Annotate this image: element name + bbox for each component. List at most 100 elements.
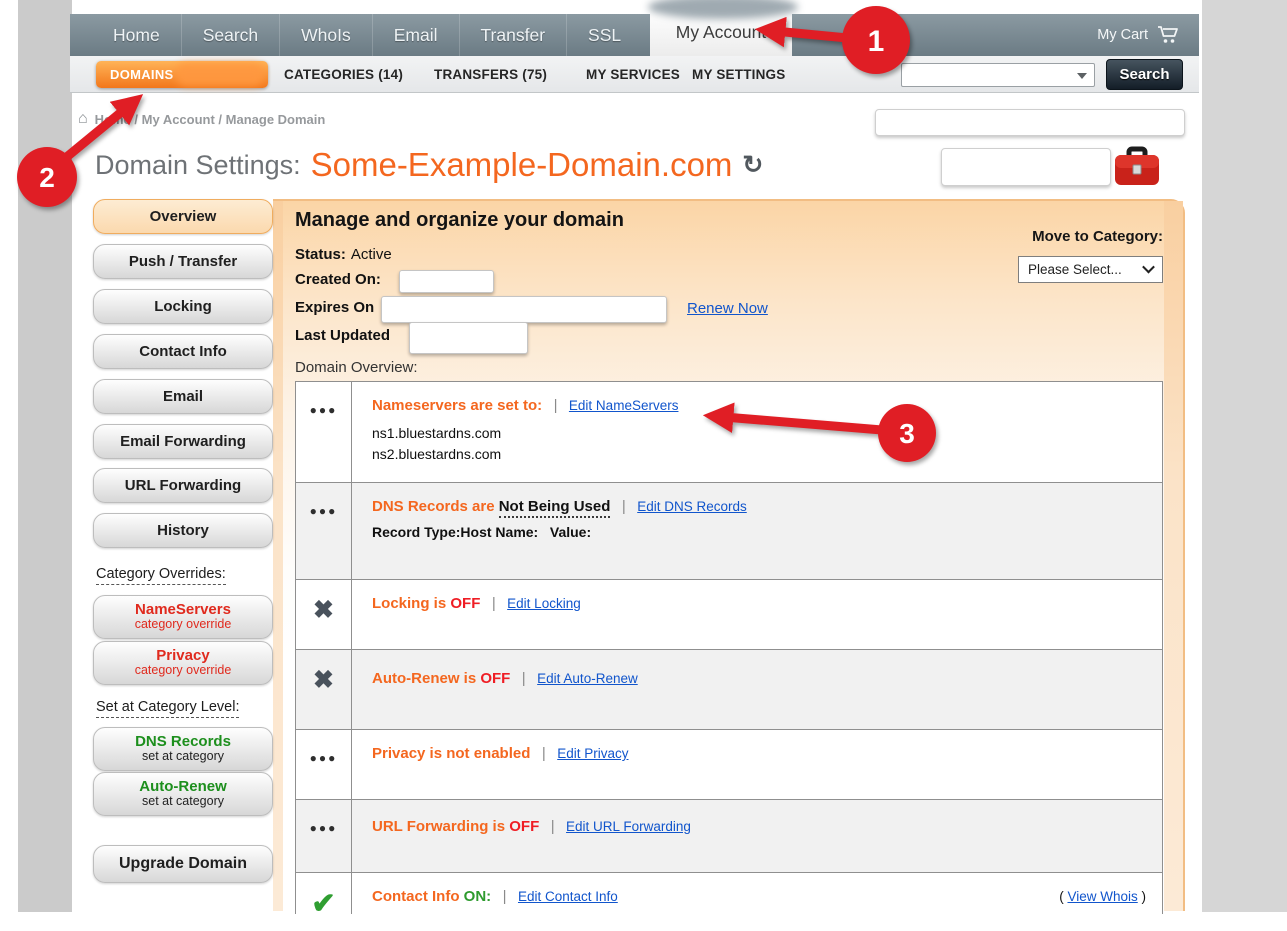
my-cart-button[interactable]: My Cart <box>1097 14 1181 56</box>
sidebar-item-upgrade-domain[interactable]: Upgrade Domain <box>93 845 273 883</box>
sidebar-item-push-transfer[interactable]: Push / Transfer <box>93 244 273 279</box>
status-label: Status: <box>295 246 346 263</box>
row-body: Auto-Renew is OFF | Edit Auto-Renew <box>352 650 1162 729</box>
sidebar-item-overview[interactable]: Overview <box>93 199 273 234</box>
ellipsis-icon: ●●● <box>310 403 338 482</box>
home-icon: ⌂ <box>78 110 88 128</box>
expires-date-redacted <box>381 296 667 323</box>
refresh-icon[interactable]: ↻ <box>742 150 763 180</box>
separator: | <box>492 595 496 612</box>
tab-ssl[interactable]: SSL <box>566 14 642 56</box>
select-value: Please Select... <box>1028 262 1122 277</box>
edit-nameservers-link[interactable]: Edit NameServers <box>569 398 679 413</box>
nameserver-2: ns2.bluestardns.com <box>372 444 1144 465</box>
edit-url-forwarding-link[interactable]: Edit URL Forwarding <box>566 819 691 834</box>
search-combobox[interactable] <box>901 63 1095 87</box>
page: Home Search WhoIs Email Transfer SSL My … <box>0 0 1287 931</box>
separator: | <box>522 670 526 687</box>
toolbox-icon[interactable] <box>1112 142 1162 188</box>
section-heading: Manage and organize your domain <box>295 209 624 232</box>
row-status: OFF <box>480 670 510 687</box>
sidebar-item-email[interactable]: Email <box>93 379 273 414</box>
expires-line: Expires On <box>295 299 374 316</box>
sidebar-item-url-forwarding[interactable]: URL Forwarding <box>93 468 273 503</box>
subnav-categories[interactable]: CATEGORIES (14) <box>284 67 403 82</box>
sidebar-item-locking[interactable]: Locking <box>93 289 273 324</box>
separator: | <box>554 397 558 414</box>
sidebar-item-dns-records-category[interactable]: DNS Records set at category <box>93 727 273 771</box>
tab-whois[interactable]: WhoIs <box>279 14 372 56</box>
subnav-search-button[interactable]: Search <box>1106 59 1183 90</box>
row-status: OFF <box>509 818 539 835</box>
x-icon: ✖ <box>313 665 334 729</box>
subnav-my-services[interactable]: MY SERVICES <box>586 67 680 82</box>
sidebar-item-history[interactable]: History <box>93 513 273 548</box>
table-row-dns-records: ●●● DNS Records are Not Being Used | Edi… <box>296 483 1162 580</box>
table-row-auto-renew: ✖ Auto-Renew is OFF | Edit Auto-Renew <box>296 650 1162 730</box>
breadcrumb[interactable]: ⌂ Home / My Account / Manage Domain <box>78 110 325 128</box>
edit-dns-records-link[interactable]: Edit DNS Records <box>637 499 747 514</box>
edit-auto-renew-link[interactable]: Edit Auto-Renew <box>537 671 638 686</box>
updated-line: Last Updated <box>295 327 390 344</box>
page-title: Domain Settings: Some-Example-Domain.com… <box>95 146 763 184</box>
move-to-category-select[interactable]: Please Select... <box>1018 256 1163 283</box>
category-overrides-label: Category Overrides: <box>96 566 226 582</box>
domain-overview-table: ●●● Nameservers are set to: | Edit NameS… <box>295 381 1163 931</box>
sidebar-item-privacy-override[interactable]: Privacy category override <box>93 641 273 685</box>
chevron-down-icon <box>1142 260 1155 273</box>
renew-now-link[interactable]: Renew Now <box>687 300 768 317</box>
left-gutter <box>18 0 72 912</box>
dns-record-headers: Record Type:Host Name: Value: <box>372 522 1144 543</box>
row-icon-cell: ✖ <box>296 650 352 729</box>
edit-contact-info-link[interactable]: Edit Contact Info <box>518 889 618 904</box>
redaction-smudge <box>176 63 264 86</box>
row-icon-cell: ●●● <box>296 800 352 872</box>
tab-search[interactable]: Search <box>181 14 279 56</box>
row-body: Nameservers are set to: | Edit NameServe… <box>352 382 1162 482</box>
page-title-prefix: Domain Settings: <box>95 150 301 181</box>
row-title: URL Forwarding is <box>372 818 509 835</box>
panel-right-border <box>1164 201 1183 911</box>
view-whois-link[interactable]: View Whois <box>1067 889 1137 904</box>
tab-home[interactable]: Home <box>92 14 181 56</box>
table-row-url-forwarding: ●●● URL Forwarding is OFF | Edit URL For… <box>296 800 1162 873</box>
top-nav-tabs: Home Search WhoIs Email Transfer SSL <box>70 14 1199 56</box>
category-subtitle: set at category <box>142 795 224 809</box>
redacted-info-box <box>941 148 1111 186</box>
category-title: DNS Records <box>135 734 231 751</box>
row-status: Not Being Used <box>499 498 611 518</box>
expires-label: Expires On <box>295 299 374 316</box>
row-body: URL Forwarding is OFF | Edit URL Forward… <box>352 800 1162 872</box>
row-title: DNS Records are <box>372 498 499 515</box>
sidebar-item-auto-renew-category[interactable]: Auto-Renew set at category <box>93 772 273 816</box>
sidebar-item-nameservers-override[interactable]: NameServers category override <box>93 595 273 639</box>
row-body: Locking is OFF | Edit Locking <box>352 580 1162 649</box>
created-date-redacted <box>399 270 494 293</box>
row-icon-cell: ✖ <box>296 580 352 649</box>
search-input[interactable] <box>904 65 1074 85</box>
subnav-my-settings[interactable]: MY SETTINGS <box>692 67 785 82</box>
move-to-category-label: Move to Category: <box>1000 228 1163 245</box>
tab-transfer[interactable]: Transfer <box>459 14 567 56</box>
dropdown-arrow-icon[interactable] <box>1077 73 1087 79</box>
row-body: Privacy is not enabled | Edit Privacy <box>352 730 1162 799</box>
created-line: Created On: <box>295 271 381 288</box>
category-title: Auto-Renew <box>139 779 227 796</box>
edit-privacy-link[interactable]: Edit Privacy <box>557 746 628 761</box>
nameserver-1: ns1.bluestardns.com <box>372 423 1144 444</box>
status-value: Active <box>351 246 392 263</box>
ellipsis-icon: ●●● <box>310 504 338 579</box>
row-status: ON: <box>464 888 492 905</box>
row-body: DNS Records are Not Being Used | Edit DN… <box>352 483 1162 579</box>
sidebar-item-email-forwarding[interactable]: Email Forwarding <box>93 424 273 459</box>
override-subtitle: category override <box>135 618 232 632</box>
sidebar-item-contact-info[interactable]: Contact Info <box>93 334 273 369</box>
edit-locking-link[interactable]: Edit Locking <box>507 596 581 611</box>
my-cart-label: My Cart <box>1097 27 1148 43</box>
override-title: Privacy <box>156 648 209 665</box>
tab-email[interactable]: Email <box>372 14 459 56</box>
table-row-locking: ✖ Locking is OFF | Edit Locking <box>296 580 1162 650</box>
subnav-transfers[interactable]: TRANSFERS (75) <box>434 67 547 82</box>
row-title: Contact Info <box>372 888 464 905</box>
updated-label: Last Updated <box>295 327 390 344</box>
